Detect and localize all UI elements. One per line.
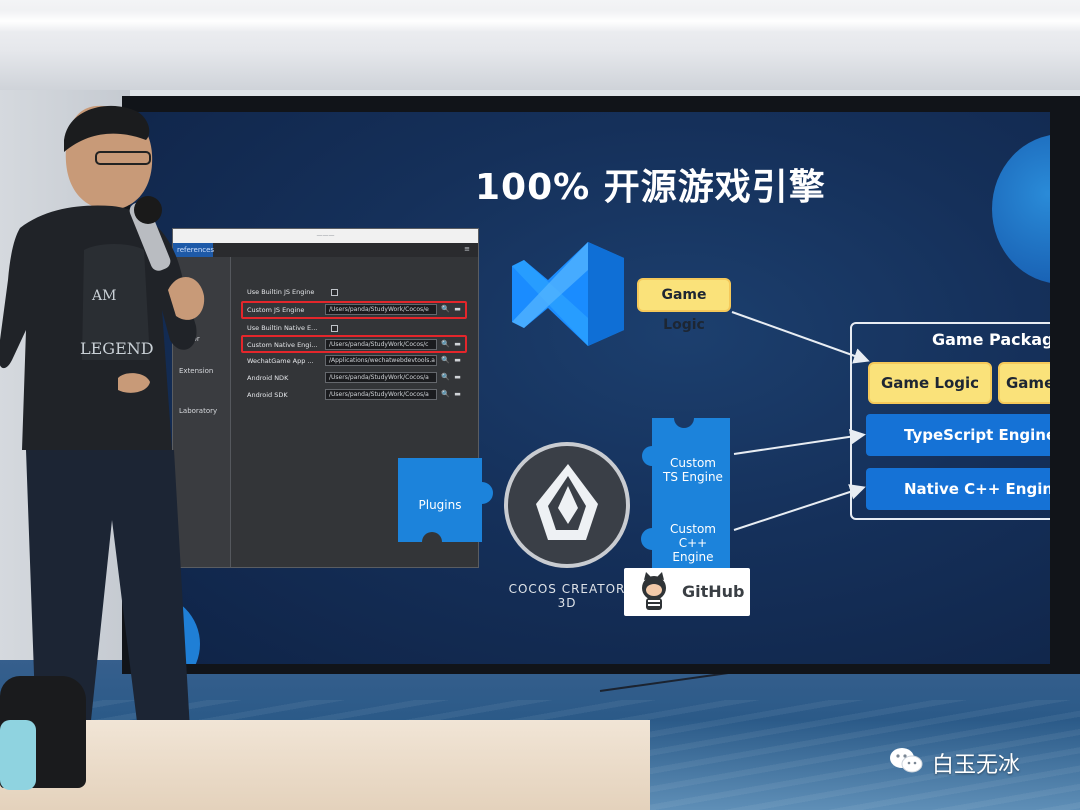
face-mask (0, 720, 36, 790)
table-top (0, 720, 650, 810)
builtin-js-checkbox[interactable] (331, 289, 338, 296)
ceiling-light-strip (0, 10, 1080, 32)
wechat-icon (890, 748, 923, 773)
github-badge: GitHub (624, 568, 750, 616)
package-game-assets-note: Game As (998, 362, 1050, 404)
search-icon[interactable]: 🔍 (441, 389, 450, 399)
game-logic-note: Game Logic (637, 278, 731, 333)
cocos-creator-3d-text: COCOS CREATOR 3D (508, 582, 626, 610)
pref-label: WechatGame App ... (247, 357, 314, 365)
cocos-creator-logo (504, 442, 630, 568)
pref-label: Android NDK (247, 374, 289, 382)
game-package-box: Game Package Game Logic Game As TypeScri… (850, 322, 1050, 520)
package-game-logic-note: Game Logic (868, 362, 992, 404)
arrow-ts-to-engine (733, 428, 866, 455)
custom-ts-label: Custom TS Engine (663, 456, 723, 484)
arrow-logic-to-package (731, 311, 870, 364)
presentation-screen: 100% 开源游戏引擎 ——— references ≡ up Editor E… (130, 112, 1050, 664)
pref-row-wechat: WechatGame App ... /Applications/wechatw… (239, 354, 471, 368)
decorative-circle-top-right (992, 134, 1050, 284)
github-label: GitHub (682, 582, 745, 601)
watermark-text: 白玉无冰 (932, 753, 1021, 778)
cocos-gem-icon (536, 464, 598, 540)
slide-title: 100% 开源游戏引擎 (475, 167, 826, 208)
speaker-person: AM LEGEND (0, 105, 205, 730)
highlight-custom-native (241, 335, 467, 353)
github-octocat-icon (642, 572, 666, 610)
native-cpp-engine-block: Native C++ Engine (866, 468, 1050, 510)
builtin-native-checkbox[interactable] (331, 325, 338, 332)
wechat-path-field[interactable]: /Applications/wechatwebdevtools.a (325, 355, 437, 366)
vscode-logo-icon (512, 242, 624, 346)
typescript-engine-block: TypeScript Engine (866, 414, 1050, 456)
arrow-cpp-to-engine (733, 484, 866, 531)
plugins-puzzle-piece: Plugins (396, 454, 504, 556)
pref-label: Use Builtin Native E... (247, 324, 318, 332)
pref-row-builtin-native: Use Builtin Native E... (239, 321, 471, 335)
pref-label: Android SDK (247, 391, 288, 399)
search-icon[interactable]: 🔍 (441, 372, 450, 382)
pref-row-builtin-js: Use Builtin JS Engine (239, 285, 471, 299)
pref-row-android-sdk: Android SDK /Users/panda/StudyWork/Cocos… (239, 388, 471, 402)
pref-row-android-ndk: Android NDK /Users/panda/StudyWork/Cocos… (239, 371, 471, 385)
folder-icon[interactable]: ▬ (453, 372, 462, 382)
menu-icon[interactable]: ≡ (464, 246, 470, 253)
search-icon[interactable]: 🔍 (441, 355, 450, 365)
shirt-legend: LEGEND (80, 339, 154, 358)
custom-cpp-label: Custom C++ Engine (670, 522, 716, 564)
folder-icon[interactable]: ▬ (453, 389, 462, 399)
plugins-label: Plugins (418, 498, 462, 512)
folder-icon[interactable]: ▬ (453, 355, 462, 365)
custom-ts-puzzle-piece: Custom TS Engine (626, 416, 732, 502)
shirt-am: AM (91, 288, 116, 304)
highlight-custom-js (241, 301, 467, 319)
android-sdk-path-field[interactable]: /Users/panda/StudyWork/Cocos/a (325, 389, 437, 400)
android-ndk-path-field[interactable]: /Users/panda/StudyWork/Cocos/a (325, 372, 437, 383)
game-package-title: Game Package (932, 330, 1050, 349)
pref-label: Use Builtin JS Engine (247, 288, 315, 296)
